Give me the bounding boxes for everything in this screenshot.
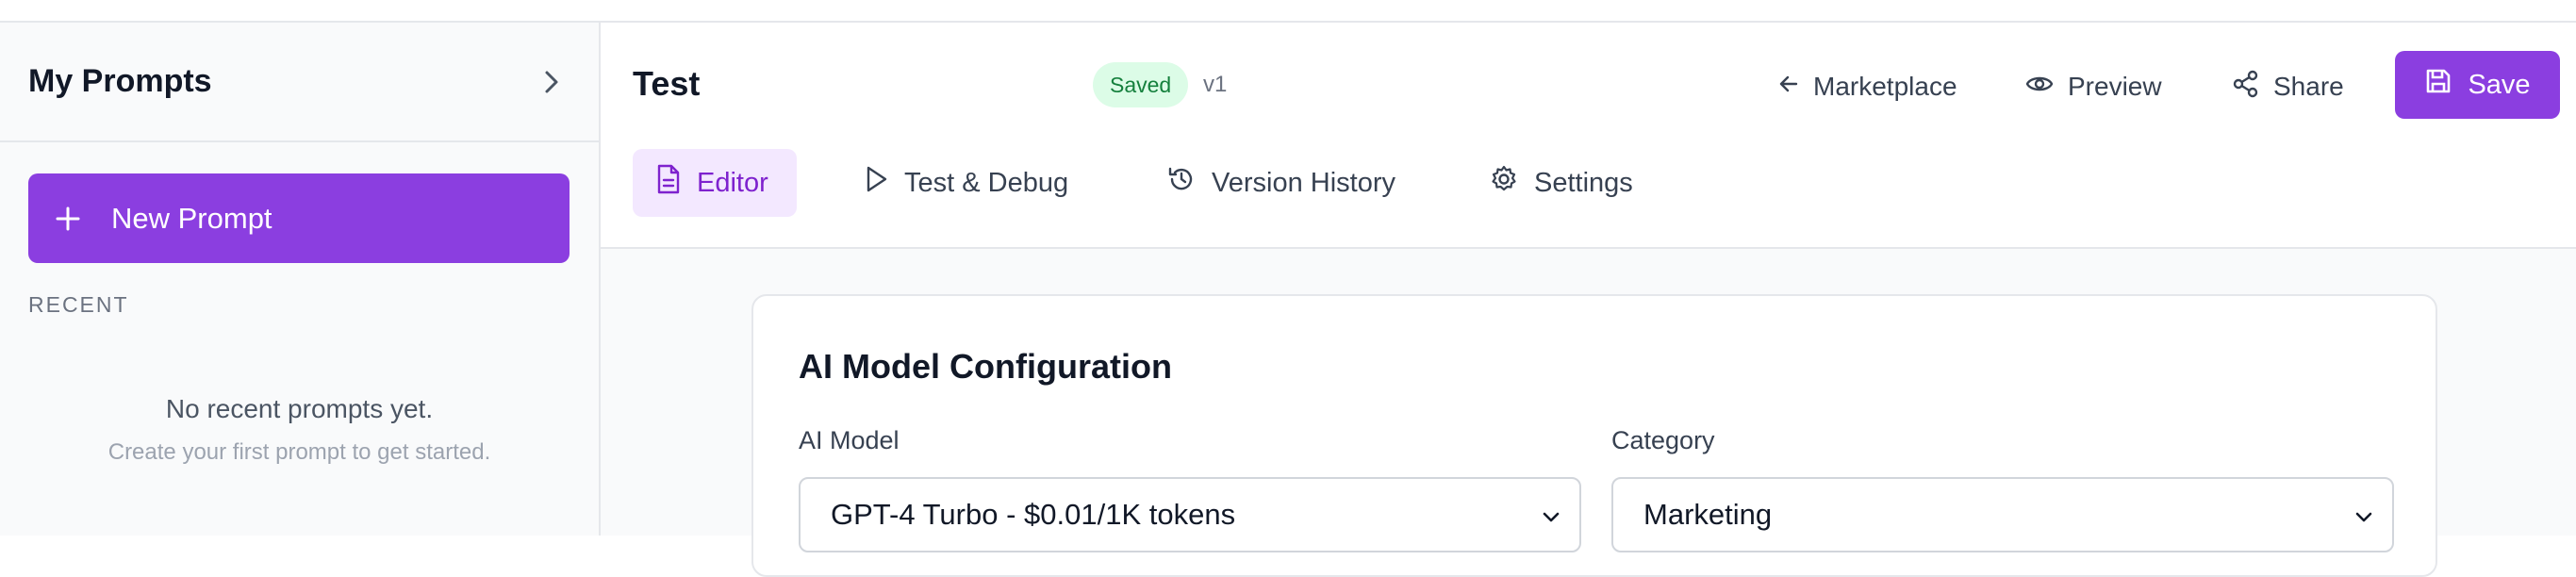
ai-model-label: AI Model [799,426,900,454]
tab-editor[interactable]: Editor [633,149,797,217]
history-icon [1166,164,1197,202]
prompt-title: Test [633,64,701,103]
new-prompt-button[interactable]: New Prompt [28,173,570,263]
play-icon [865,165,889,201]
empty-state-title: No recent prompts yet. [165,394,434,423]
ai-model-configuration-card: AI Model Configuration AI Model GPT-4 Tu… [751,294,2437,577]
category-label: Category [1611,426,1715,454]
document-icon [655,164,682,202]
ai-model-select[interactable]: GPT-4 Turbo - $0.01/1K tokens [799,477,1581,552]
preview-label: Preview [2068,72,2162,101]
gear-icon [1489,164,1519,202]
marketplace-label: Marketplace [1813,72,1957,101]
plus-icon [53,204,83,234]
ai-model-value: GPT-4 Turbo - $0.01/1K tokens [831,498,1236,531]
floppy-disk-icon [2424,67,2452,103]
tab-version-history[interactable]: Version History [1166,149,1395,217]
empty-state-subtitle: Create your first prompt to get started. [107,439,491,465]
version-label: v1 [1203,72,1228,97]
category-select[interactable]: Marketing [1611,477,2394,552]
eye-icon [2024,69,2055,106]
arrow-left-icon [1777,72,1800,102]
tab-version-history-label: Version History [1212,167,1396,198]
chevron-down-icon [2354,498,2373,532]
chevron-right-icon[interactable] [533,63,570,101]
marketplace-link[interactable]: Marketplace [1777,60,1957,113]
tab-test-debug[interactable]: Test & Debug [865,149,1068,217]
tab-editor-label: Editor [697,167,768,198]
share-label: Share [2273,72,2344,101]
chevron-down-icon [1542,498,1560,532]
tab-test-debug-label: Test & Debug [904,167,1069,198]
share-icon [2232,70,2260,105]
new-prompt-label: New Prompt [111,201,272,235]
save-label: Save [2468,69,2531,100]
share-button[interactable]: Share [2232,60,2344,113]
sidebar: My Prompts New Prompt RECENT No recent p… [0,23,601,536]
recent-section-label: RECENT [28,292,129,317]
save-button[interactable]: Save [2395,51,2560,119]
tab-settings[interactable]: Settings [1489,149,1633,217]
editor-header: Test Saved v1 Marketplace Preview Share [601,23,2576,249]
preview-button[interactable]: Preview [2024,60,2162,113]
main-panel: Test Saved v1 Marketplace Preview Share [601,23,2576,577]
status-badge: Saved [1093,62,1189,107]
tab-settings-label: Settings [1534,167,1633,198]
top-border [0,0,2576,23]
category-value: Marketing [1643,498,1773,531]
card-title: AI Model Configuration [799,347,1172,386]
sidebar-title: My Prompts [28,63,212,99]
sidebar-header: My Prompts [0,23,599,142]
